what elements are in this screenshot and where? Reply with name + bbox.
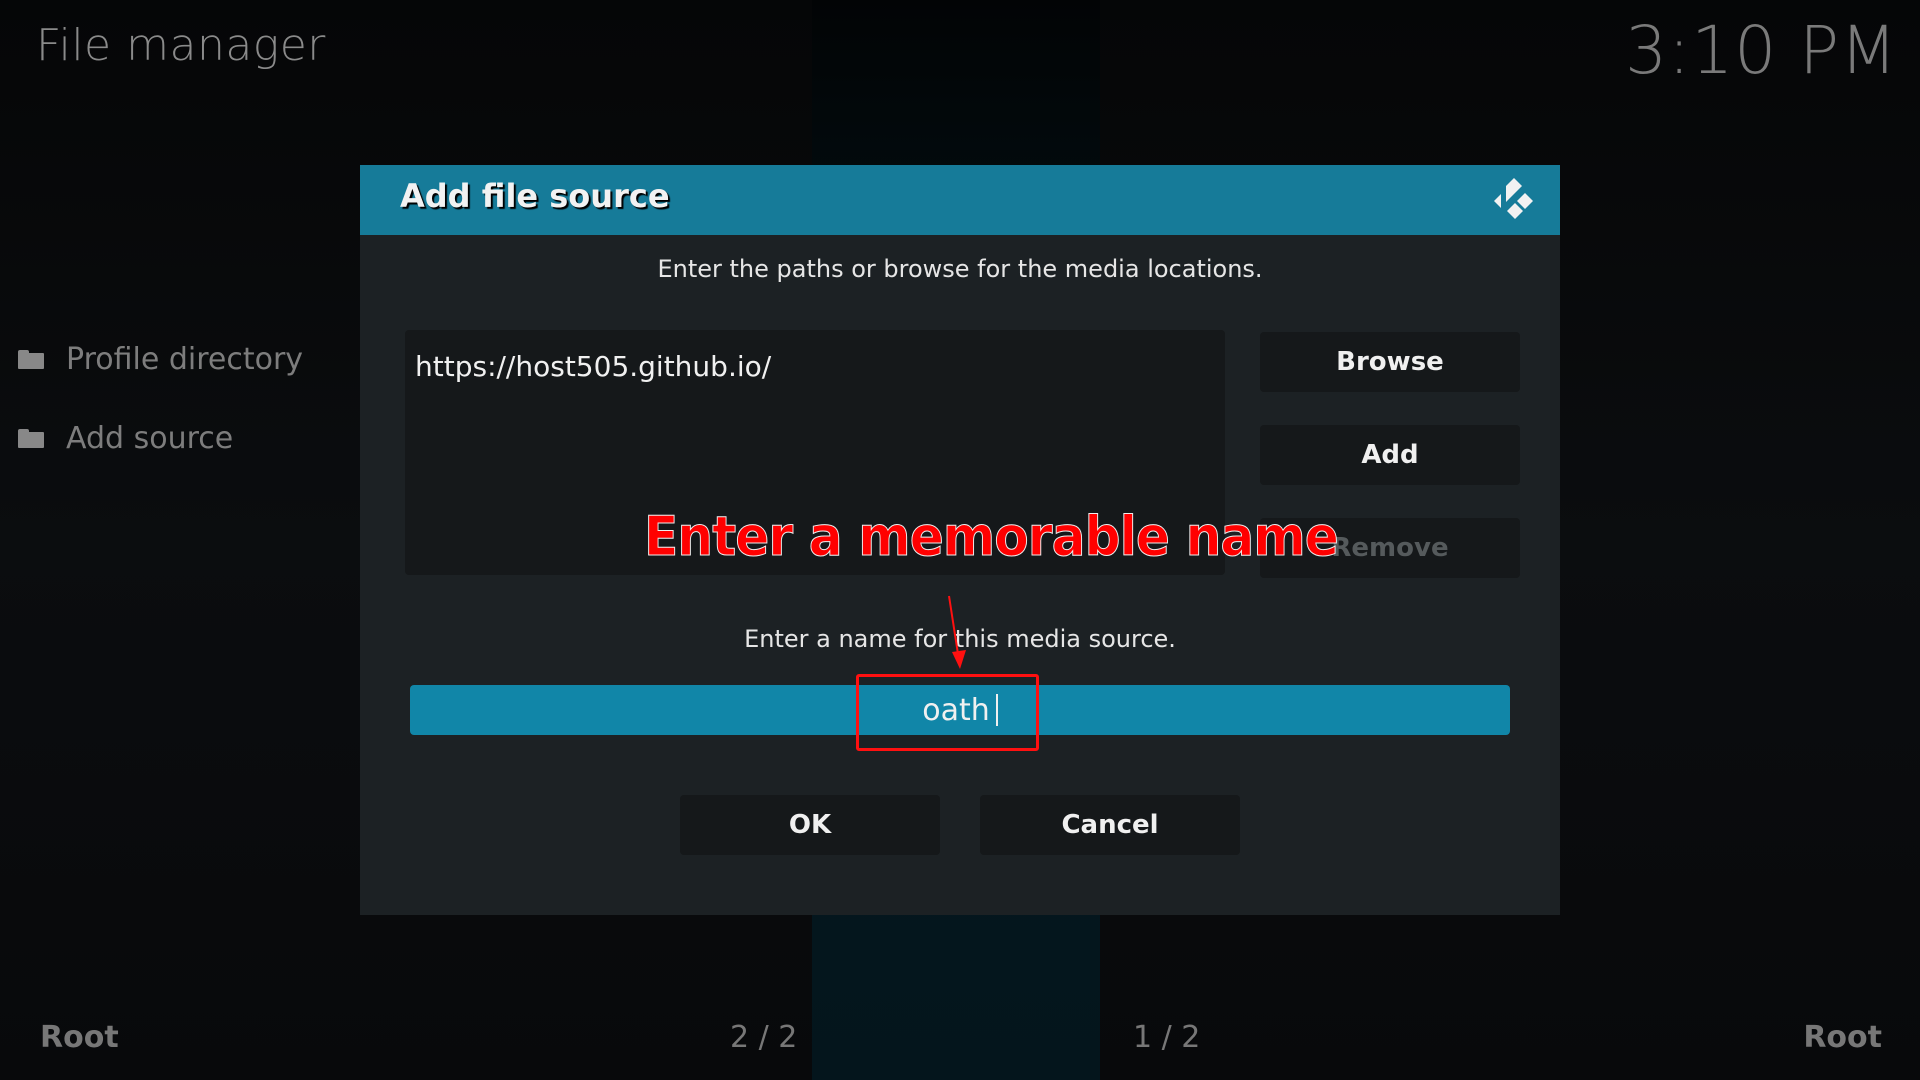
footer-right-page: 1 / 2 — [1133, 1020, 1201, 1055]
window-title: File manager — [36, 20, 326, 71]
footer-right-path: Root — [1803, 1020, 1882, 1055]
annotation-highlight-box — [856, 674, 1039, 751]
footer-left-page: 2 / 2 — [730, 1020, 798, 1055]
dialog-title: Add file source — [400, 177, 670, 215]
sidebar-item-label: Add source — [66, 421, 234, 456]
sidebar-item-label: Profile directory — [66, 342, 304, 377]
sidebar-item-add-source[interactable]: Add source — [18, 421, 233, 456]
kodi-logo-icon — [1494, 178, 1533, 219]
folder-icon — [18, 350, 44, 369]
add-button[interactable]: Add — [1260, 425, 1520, 485]
cancel-button[interactable]: Cancel — [980, 795, 1240, 855]
sidebar-item-profile-directory[interactable]: Profile directory — [18, 342, 303, 377]
path-item[interactable]: https://host505.github.io/ — [415, 350, 771, 383]
browse-button[interactable]: Browse — [1260, 332, 1520, 392]
folder-icon — [18, 429, 44, 448]
footer-left-path: Root — [40, 1020, 119, 1055]
annotation-label: Enter a memorable name — [644, 505, 1340, 569]
dialog-header: Add file source — [360, 165, 1560, 235]
name-prompt: Enter a name for this media source. — [744, 625, 1176, 653]
ok-button[interactable]: OK — [680, 795, 940, 855]
clock: 3:10 PM — [1625, 12, 1898, 89]
paths-prompt: Enter the paths or browse for the media … — [657, 255, 1263, 283]
